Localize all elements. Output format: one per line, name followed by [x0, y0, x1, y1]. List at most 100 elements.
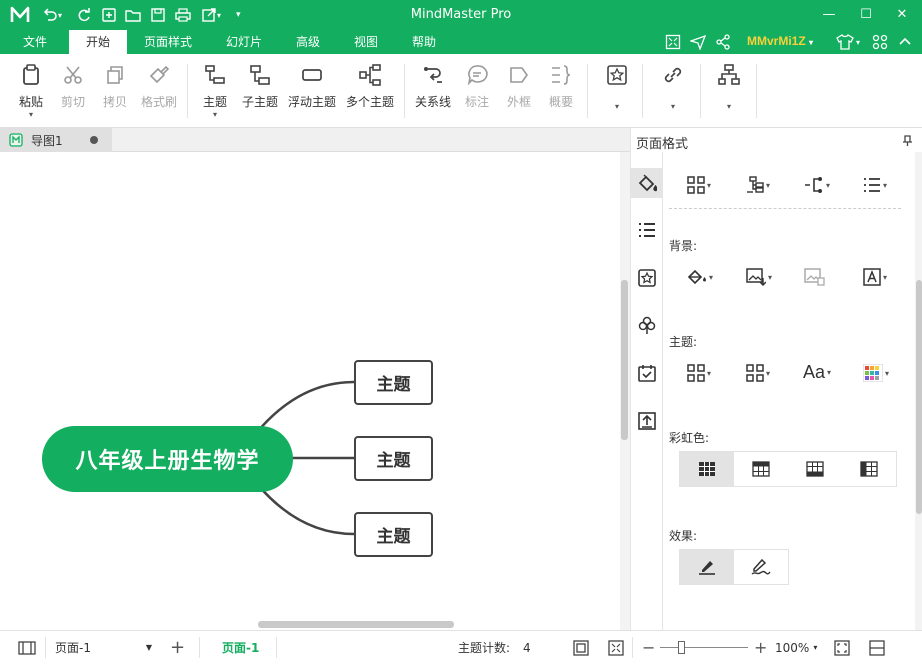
topic-node[interactable]: 主题: [354, 436, 433, 481]
theme-dropdown[interactable]: ▾: [687, 364, 711, 382]
vertical-scroll-thumb[interactable]: [621, 280, 628, 440]
zoom-level[interactable]: 100% ▾: [775, 631, 817, 664]
format-painter-button[interactable]: 格式刷: [138, 62, 180, 110]
tab-file[interactable]: 文件: [10, 30, 60, 54]
export-tab[interactable]: [631, 406, 663, 436]
zoom-slider[interactable]: [660, 647, 748, 648]
clipart-button[interactable]: ▾: [604, 62, 630, 111]
hyperlink-button[interactable]: ▾: [660, 62, 686, 111]
page-tab[interactable]: 页面-1: [222, 631, 259, 664]
ribbon-separator: [642, 64, 643, 118]
table-icon: [860, 461, 878, 477]
theme-style-dropdown[interactable]: ▾: [746, 364, 770, 382]
ribbon-separator: [587, 64, 588, 118]
page-panel-toggle[interactable]: [18, 631, 36, 664]
fit-page-icon[interactable]: [573, 631, 589, 664]
panel-scrollbar[interactable]: [915, 152, 922, 630]
page-select[interactable]: 页面-1 ▼: [55, 631, 155, 664]
relationship-button[interactable]: 关系线: [413, 62, 453, 110]
connector-style-dropdown[interactable]: ▾: [804, 176, 830, 194]
summary-icon: [552, 65, 571, 85]
status-separator: [276, 637, 277, 658]
ribbon-separator: [756, 64, 757, 118]
close-icon[interactable]: ✕: [890, 4, 914, 26]
link-icon: [664, 67, 682, 83]
unsaved-dot-icon[interactable]: [90, 136, 98, 144]
tab-help[interactable]: 帮助: [402, 30, 446, 54]
boundary-button[interactable]: 外框: [504, 62, 534, 110]
layout-grid-dropdown[interactable]: ▾: [687, 176, 711, 194]
apps-icon[interactable]: [872, 33, 888, 51]
numbering-dropdown[interactable]: ▾: [863, 176, 887, 194]
zoom-slider-handle[interactable]: [678, 641, 685, 654]
copy-button[interactable]: 拷贝: [98, 62, 132, 110]
pin-icon[interactable]: [901, 135, 913, 147]
fullscreen-icon[interactable]: [608, 631, 624, 664]
task-tab[interactable]: [631, 358, 663, 388]
tab-view[interactable]: 视图: [344, 30, 388, 54]
relationship-icon: [424, 67, 442, 83]
zoom-in-icon[interactable]: +: [754, 631, 767, 664]
cut-button[interactable]: 剪切: [56, 62, 90, 110]
effect-label: 效果:: [669, 529, 698, 543]
send-icon[interactable]: [690, 33, 706, 51]
zoom-out-icon[interactable]: −: [642, 631, 655, 664]
collapse-ribbon-icon[interactable]: [898, 33, 912, 51]
star-frame-icon: [607, 65, 627, 85]
theme-color-dropdown[interactable]: ▾: [863, 364, 889, 382]
grid-layout-icon: [687, 176, 705, 194]
fullscreen-icon[interactable]: [665, 33, 681, 51]
tab-page-style[interactable]: 页面样式: [136, 30, 200, 54]
page-format-tab[interactable]: [631, 168, 663, 198]
pen-icon: [699, 561, 715, 575]
summary-button[interactable]: 概要: [546, 62, 576, 110]
minimize-icon[interactable]: —: [817, 4, 841, 26]
brush-icon: [149, 65, 170, 84]
watermark-dropdown[interactable]: ▾: [863, 268, 887, 286]
shirt-icon[interactable]: ▾: [836, 33, 860, 51]
outline-tab[interactable]: [631, 215, 663, 245]
add-page-icon[interactable]: +: [170, 631, 185, 664]
topic-node[interactable]: 主题: [354, 512, 433, 557]
fill-color-dropdown[interactable]: ▾: [687, 268, 713, 286]
background-image-dropdown[interactable]: ▾: [746, 268, 772, 286]
tab-advanced[interactable]: 高级: [286, 30, 330, 54]
minimize-panel-icon[interactable]: [869, 631, 885, 664]
paste-icon: [23, 64, 39, 85]
document-tab[interactable]: 导图1: [0, 128, 112, 152]
tab-home[interactable]: 开始: [69, 30, 127, 54]
window-title: MindMaster Pro: [410, 7, 512, 22]
format-panel: 页面格式 ▾ ▾ ▾ ▾ 背景: ▾ ▾ ▾ 主题: ▾ ▾ Aa ▾ ▾ 彩虹色…: [630, 128, 922, 630]
fit-screen-icon[interactable]: [834, 631, 850, 664]
mindmap-canvas[interactable]: [0, 152, 630, 630]
rainbow-option-1[interactable]: [680, 452, 734, 486]
horizontal-scroll-thumb[interactable]: [258, 621, 454, 628]
menu-bar: 文件 开始 页面样式 幻灯片 高级 视图 帮助 MMvrMi1Z ▾ ▾: [0, 30, 922, 54]
theme-font-dropdown[interactable]: Aa ▾: [803, 362, 831, 383]
grid-layout-icon: [746, 364, 764, 382]
topic-button[interactable]: 主题 ▾: [198, 62, 232, 119]
subtopic-button[interactable]: 子主题: [240, 62, 280, 110]
paste-button[interactable]: 粘贴 ▾: [12, 62, 50, 119]
user-account[interactable]: MMvrMi1Z ▾: [747, 34, 813, 48]
floating-topic-button[interactable]: 浮动主题: [286, 62, 338, 110]
central-topic[interactable]: 八年级上册生物学: [42, 426, 293, 492]
share-icon[interactable]: [715, 33, 731, 51]
clipart-tab[interactable]: [631, 263, 663, 293]
multi-topic-button[interactable]: 多个主题: [344, 62, 396, 110]
icon-library-tab[interactable]: [631, 310, 663, 340]
rainbow-option-2[interactable]: [734, 452, 788, 486]
layout-button[interactable]: ▾: [716, 62, 742, 111]
tab-slides[interactable]: 幻灯片: [218, 30, 270, 54]
effect-handdrawn-option[interactable]: [734, 550, 788, 584]
panel-sidebar: [631, 152, 663, 630]
callout-button[interactable]: 标注: [462, 62, 492, 110]
structure-dropdown[interactable]: ▾: [746, 176, 770, 194]
panel-scroll-thumb[interactable]: [916, 280, 922, 514]
topic-node[interactable]: 主题: [354, 360, 433, 405]
effect-normal-option[interactable]: [680, 550, 734, 584]
rainbow-option-4[interactable]: [842, 452, 896, 486]
maximize-icon[interactable]: ☐: [854, 4, 878, 26]
remove-background-icon[interactable]: [804, 268, 826, 286]
rainbow-option-3[interactable]: [788, 452, 842, 486]
